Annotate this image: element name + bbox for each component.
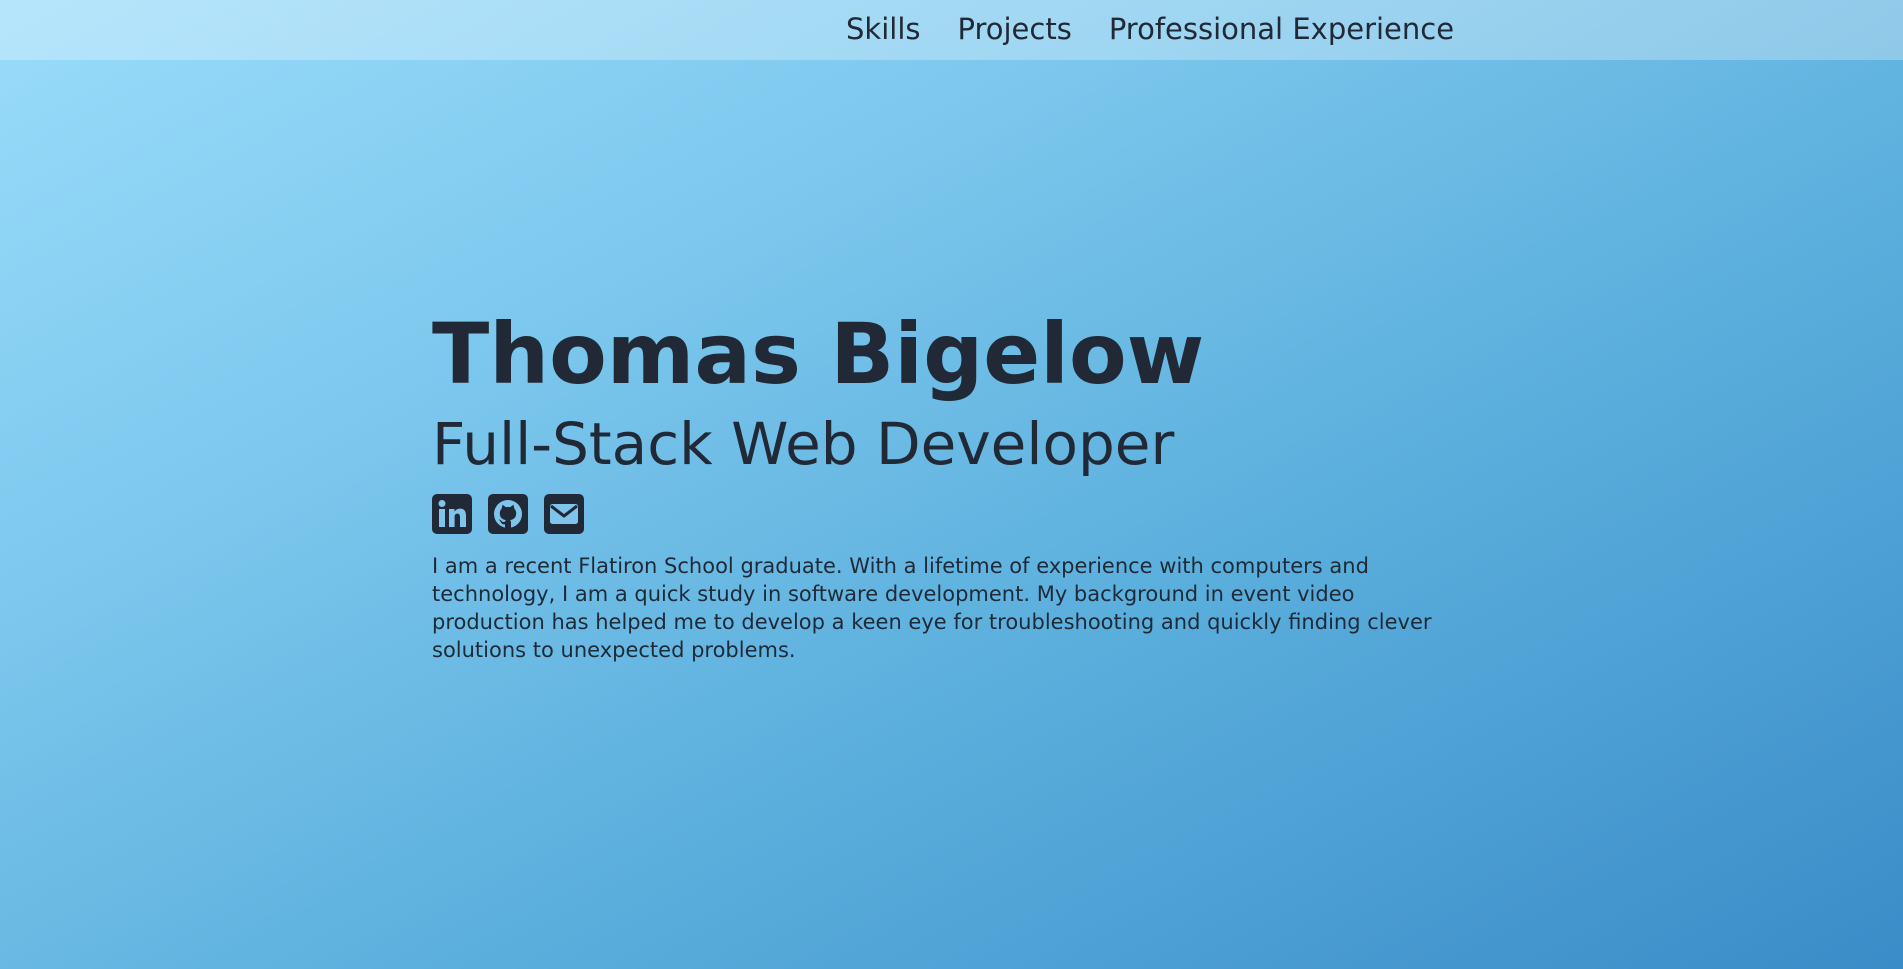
- email-link[interactable]: [544, 494, 584, 534]
- hero-name: Thomas Bigelow: [432, 305, 1205, 403]
- social-links: [432, 494, 1472, 534]
- github-link[interactable]: [488, 494, 528, 534]
- hero-bio: I am a recent Flatiron School graduate. …: [432, 554, 1432, 662]
- email-icon: [544, 494, 584, 534]
- linkedin-link[interactable]: [432, 494, 472, 534]
- nav-links: Skills Projects Professional Experience: [846, 12, 1454, 46]
- linkedin-icon: [432, 494, 472, 534]
- nav-item-professional-experience: Professional Experience: [1109, 12, 1454, 46]
- top-navbar: Skills Projects Professional Experience: [0, 0, 1903, 60]
- github-icon: [488, 494, 528, 534]
- hero-title: Full-Stack Web Developer: [432, 410, 1175, 478]
- hero-section: Thomas Bigelow Full-Stack Web Developer: [432, 304, 1472, 664]
- nav-item-projects: Projects: [957, 12, 1071, 46]
- nav-link-skills[interactable]: Skills: [846, 12, 920, 46]
- nav-link-projects[interactable]: Projects: [957, 12, 1071, 46]
- nav-item-skills: Skills: [846, 12, 920, 46]
- nav-link-professional-experience[interactable]: Professional Experience: [1109, 12, 1454, 46]
